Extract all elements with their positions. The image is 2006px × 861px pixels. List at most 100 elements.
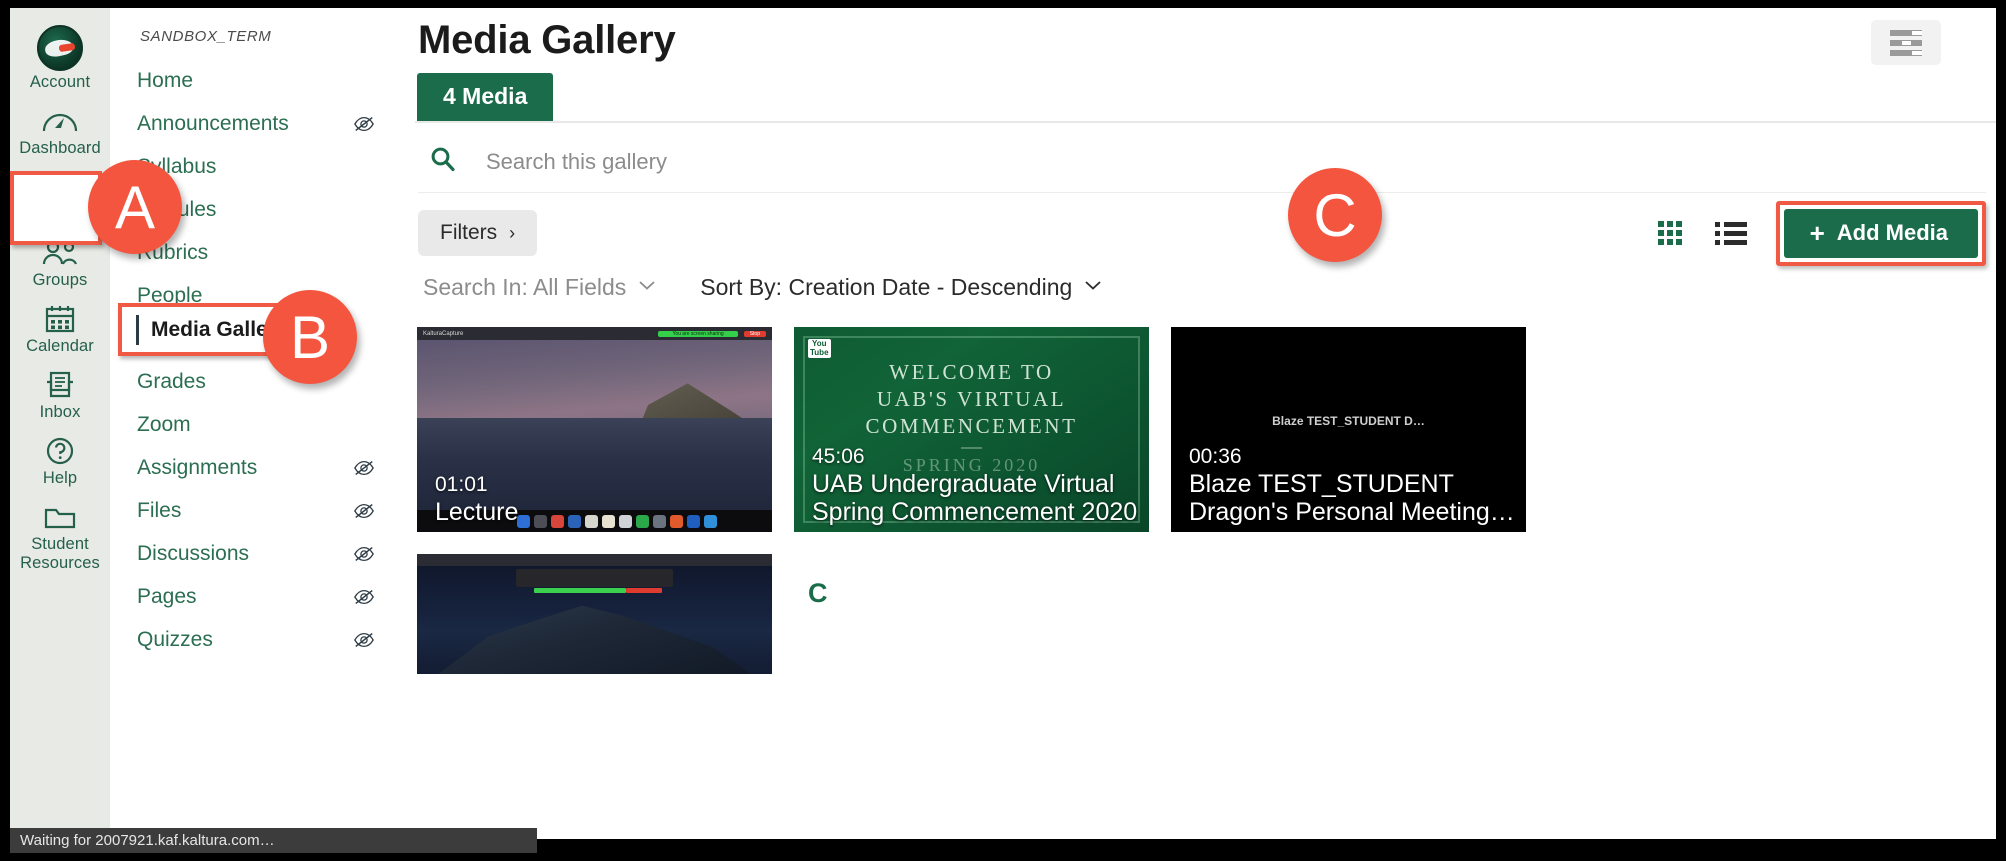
sidebar-item-label: Student Resources [12,535,108,573]
plus-icon: + [1810,220,1825,246]
calendar-icon [40,302,80,336]
callout-badge-c: C [1288,168,1382,262]
sidebar-item-label: Inbox [40,403,81,422]
hidden-eye-icon [353,113,375,135]
browser-status-bar: Waiting for 2007921.kaf.kaltura.com… [10,828,537,853]
course-navigation: SANDBOX_TERM Home Announcements Syllabus… [110,8,415,839]
hidden-eye-icon [353,500,375,522]
media-meta: 00:36 Blaze TEST_STUDENT Dragon's Person… [1189,444,1516,526]
dashboard-icon [40,104,80,138]
gallery-controls-row: Filters › [418,211,1986,255]
sidebar-item-calendar[interactable]: Calendar [10,296,110,362]
sort-controls-row: Search In: All Fields Sort By: Creation … [423,269,1996,305]
media-meta: 45:06 UAB Undergraduate Virtual Spring C… [812,444,1139,526]
global-navigation: Account Dashboard Courses [10,8,110,839]
active-indicator [136,315,139,345]
sidebar-item-student-resources[interactable]: Student Resources [10,494,110,579]
chevron-down-icon [638,278,656,296]
course-nav-label: Announcements [137,112,289,136]
course-nav-item-assignments[interactable]: Assignments [110,446,415,489]
media-card[interactable]: C [794,554,1149,674]
course-nav-item-home[interactable]: Home [110,59,415,102]
chevron-right-icon: › [509,223,515,244]
media-title: UAB Undergraduate Virtual Spring Commenc… [812,470,1139,526]
media-grid: KalturaCapture You are screen sharing St… [417,327,1597,674]
media-title: Blaze TEST_STUDENT Dragon's Personal Mee… [1189,470,1516,526]
add-media-label: Add Media [1837,220,1948,246]
tab-bar: 4 Media [415,79,1996,123]
filters-label: Filters [440,221,497,245]
course-term-label: SANDBOX_TERM [140,28,415,45]
course-nav-item-zoom[interactable]: Zoom [110,403,415,446]
search-in-label: Search In: All Fields [423,274,626,301]
course-nav-label: Assignments [137,456,257,480]
course-nav-label: Discussions [137,542,249,566]
chevron-down-icon [1084,278,1102,296]
sidebar-item-inbox[interactable]: Inbox [10,362,110,428]
gallery-search-row [418,131,1986,193]
media-title: Lecture [435,498,762,526]
sidebar-item-label: Account [30,73,90,92]
course-nav-item-pages[interactable]: Pages [110,575,415,618]
tab-media-count[interactable]: 4 Media [417,73,553,121]
course-nav-label: Quizzes [137,628,213,652]
media-card[interactable]: YouTube WELCOME TO UAB'S VIRTUAL COMMENC… [794,327,1149,532]
course-nav-label: Files [137,499,181,523]
page-title: Media Gallery [418,18,1996,63]
course-nav-label: Home [137,69,193,93]
main-content: Media Gallery 4 Media Filters › [415,8,1996,839]
search-in-dropdown[interactable]: Search In: All Fields [423,274,656,301]
hidden-eye-icon [353,629,375,651]
search-icon [430,146,456,177]
add-media-highlight-box: + Add Media [1776,201,1986,266]
browser-window: Account Dashboard Courses [0,0,2006,861]
course-nav-item-discussions[interactable]: Discussions [110,532,415,575]
inbox-tray-icon [40,368,80,402]
media-duration: 00:36 [1189,444,1516,470]
sidebar-item-help[interactable]: Help [10,428,110,494]
sidebar-item-account[interactable]: Account [10,18,110,98]
grid-view-icon[interactable] [1656,218,1686,248]
sidebar-item-dashboard[interactable]: Dashboard [10,98,110,164]
avatar-icon [36,24,84,72]
media-card[interactable]: Blaze TEST_STUDENT D… 00:36 Blaze TEST_S… [1171,327,1526,532]
hidden-eye-icon [353,457,375,479]
youtube-icon: YouTube [808,339,831,358]
course-nav-label: Zoom [137,413,191,437]
hidden-eye-icon [353,543,375,565]
help-question-icon [40,434,80,468]
course-nav-item-announcements[interactable]: Announcements [110,102,415,145]
thumb-app-name: KalturaCapture [423,331,463,337]
media-card[interactable] [417,554,772,674]
sidebar-item-label: Dashboard [19,139,101,158]
media-card[interactable]: KalturaCapture You are screen sharing St… [417,327,772,532]
sort-by-dropdown[interactable]: Sort By: Creation Date - Descending [700,274,1102,301]
course-nav-item-files[interactable]: Files [110,489,415,532]
course-nav-item-quizzes[interactable]: Quizzes [110,618,415,661]
hidden-eye-icon [353,586,375,608]
course-nav-label: Pages [137,585,197,609]
course-nav-item-grades[interactable]: Grades [110,360,415,403]
sidebar-item-label: Groups [33,271,88,290]
filters-button[interactable]: Filters › [418,210,537,256]
course-nav-label: Grades [137,370,206,394]
media-meta: 01:01 Lecture [435,472,762,526]
thumb-overlay-text: Blaze TEST_STUDENT D… [1171,414,1526,428]
folder-icon [40,500,80,534]
thumb-headline: WELCOME TO UAB'S VIRTUAL COMMENCEMENT [794,359,1149,440]
callout-badge-a: A [88,160,182,254]
media-duration: 45:06 [812,444,1139,470]
media-duration: 01:01 [435,472,762,498]
media-thumbnail [417,554,772,674]
thumb-overlay-text: C [808,578,828,609]
view-and-add-controls: + Add Media [1656,201,1986,266]
list-view-icon[interactable] [1714,219,1748,247]
search-input[interactable] [486,149,1986,175]
sidebar-item-label: Calendar [26,337,94,356]
thumb-menubar: KalturaCapture You are screen sharing St… [417,327,772,340]
sidebar-item-label: Help [43,469,77,488]
callout-badge-b: B [263,290,357,384]
hamburger-menu-icon[interactable] [1871,20,1941,65]
sort-by-label: Sort By: Creation Date - Descending [700,274,1072,301]
add-media-button[interactable]: + Add Media [1784,209,1978,258]
